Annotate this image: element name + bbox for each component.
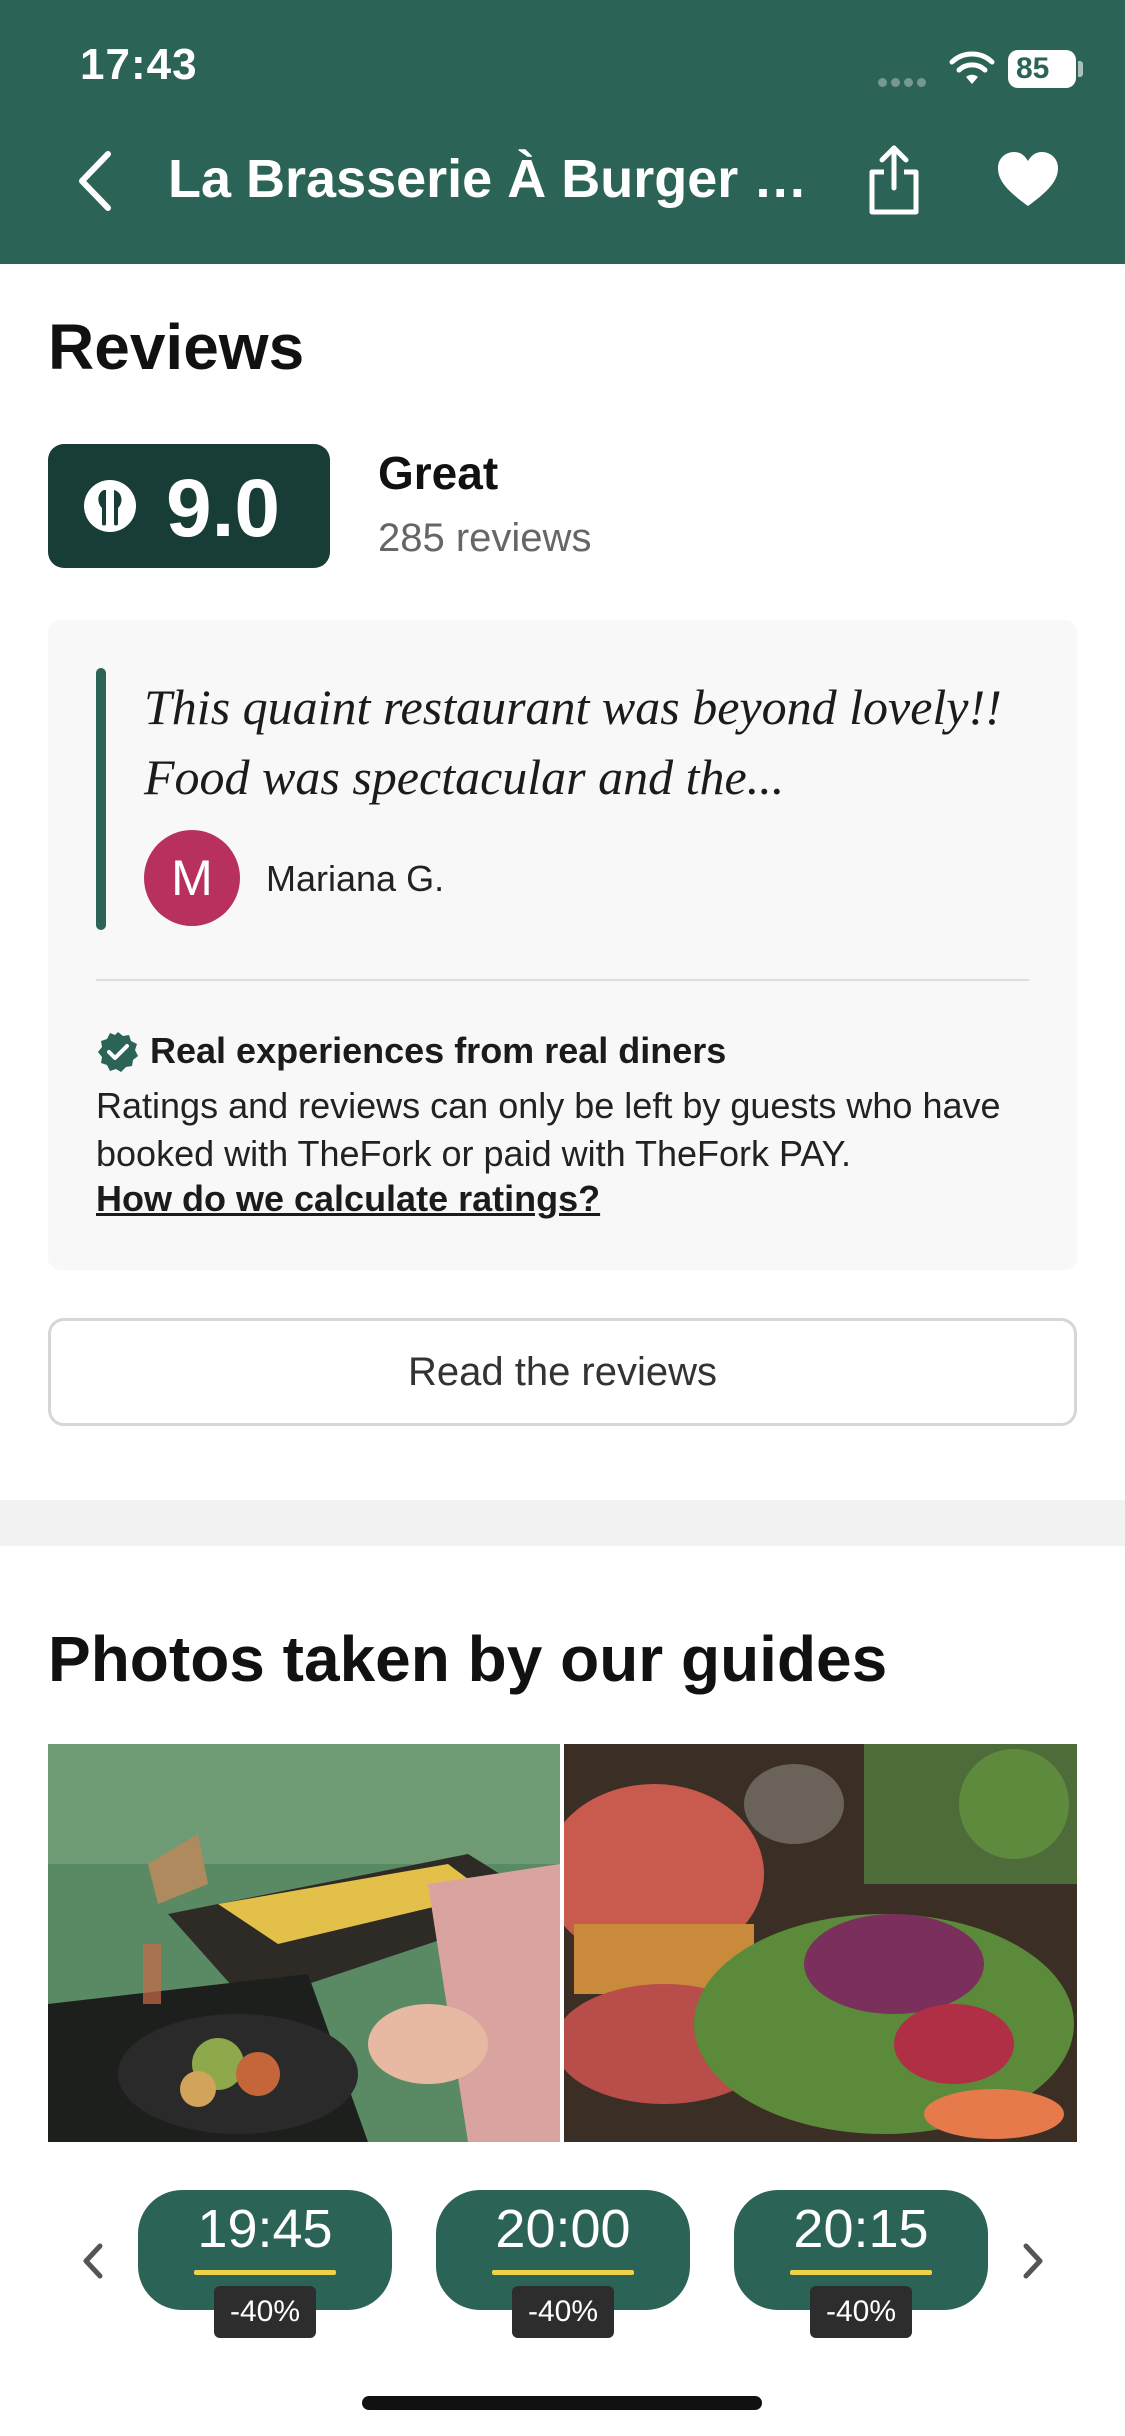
home-indicator[interactable]	[362, 2396, 762, 2410]
heart-icon[interactable]	[996, 150, 1060, 210]
chevron-left-icon[interactable]	[78, 2240, 108, 2282]
review-highlight-card: This quaint restaurant was beyond lovely…	[48, 620, 1077, 1270]
reviews-heading: Reviews	[48, 311, 305, 383]
review-quote[interactable]: This quaint restaurant was beyond lovely…	[144, 672, 1044, 812]
chevron-right-icon[interactable]	[1018, 2240, 1048, 2282]
photo-burger-plate[interactable]	[564, 1744, 1077, 2142]
divider	[96, 979, 1029, 981]
chevron-left-icon[interactable]	[72, 146, 122, 216]
share-icon[interactable]	[864, 142, 924, 218]
restaurant-title: La Brasserie À Burger St...	[168, 149, 828, 209]
read-reviews-button[interactable]: Read the reviews	[48, 1318, 1077, 1426]
trust-title: Real experiences from real diners	[150, 1030, 727, 1071]
battery-indicator: 85	[1008, 50, 1076, 88]
fork-icon	[84, 480, 136, 532]
time-slot-time: 20:00	[495, 2199, 631, 2259]
verified-badge-icon	[98, 1032, 138, 1072]
discount-badge: -40%	[810, 2286, 912, 2338]
time-slot[interactable]: 20:15 -40%	[734, 2190, 988, 2338]
battery-cap	[1078, 61, 1083, 77]
trust-text: Ratings and reviews can only be left by …	[96, 1085, 1001, 1174]
status-time: 17:43	[80, 40, 198, 89]
discount-badge: -40%	[512, 2286, 614, 2338]
time-slot[interactable]: 19:45 -40%	[138, 2190, 392, 2338]
rating-badge: 9.0	[48, 444, 330, 568]
ratings-info-link[interactable]: How do we calculate ratings?	[96, 1178, 600, 1220]
cellular-signal-icon	[878, 74, 936, 87]
wifi-icon	[949, 51, 995, 84]
rating-score: 9.0	[166, 463, 280, 554]
quote-bar	[96, 668, 106, 930]
reviewer-name: Mariana G.	[266, 858, 445, 899]
time-slot-time: 20:15	[793, 2199, 929, 2259]
avatar: M	[144, 830, 240, 926]
photos-heading: Photos taken by our guides	[48, 1623, 888, 1695]
rating-label: Great	[378, 447, 499, 499]
time-slot-underline	[492, 2270, 634, 2275]
time-slot[interactable]: 20:00 -40%	[436, 2190, 690, 2338]
review-count: 285 reviews	[378, 516, 592, 560]
photo-dining-room[interactable]	[48, 1744, 560, 2142]
time-slot-underline	[194, 2270, 336, 2275]
app-header: 17:43 85 La Brasserie À Burger St...	[0, 0, 1125, 264]
discount-badge: -40%	[214, 2286, 316, 2338]
time-slot-underline	[790, 2270, 932, 2275]
time-slot-time: 19:45	[197, 2199, 333, 2259]
section-separator	[0, 1500, 1125, 1546]
photo-gallery	[48, 1744, 1077, 2142]
